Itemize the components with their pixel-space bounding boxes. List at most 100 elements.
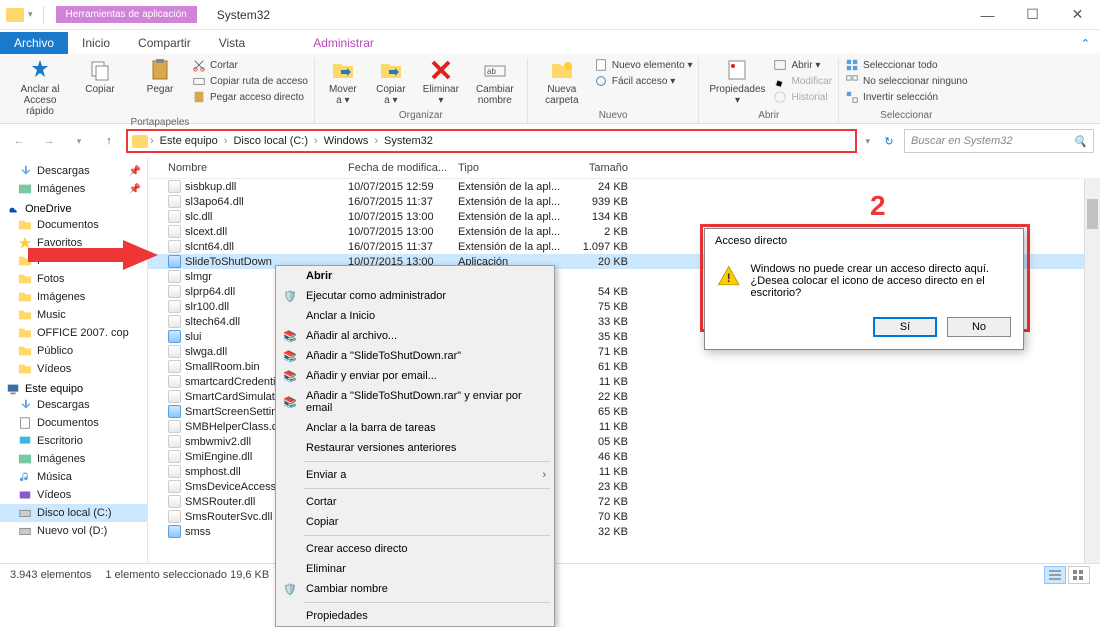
title-bar: ▾ Herramientas de aplicación System32 — … xyxy=(0,0,1100,30)
nueva-carpeta-button[interactable]: Nueva carpeta xyxy=(534,58,590,106)
dialog-no-button[interactable]: No xyxy=(947,317,1011,337)
ctx-admin[interactable]: 🛡️Ejecutar como administrador xyxy=(276,286,554,306)
window-title: System32 xyxy=(197,8,965,22)
column-headers[interactable]: Nombre Fecha de modifica... Tipo Tamaño xyxy=(148,158,1100,179)
facil-acceso-button[interactable]: Fácil acceso ▾ xyxy=(594,74,693,88)
abrir-button[interactable]: Abrir ▾ xyxy=(773,58,832,72)
group-organizar-label: Organizar xyxy=(399,110,443,123)
file-row[interactable]: slc.dll10/07/2015 13:00Extensión de la a… xyxy=(148,209,1100,224)
ctx-anadir-rar[interactable]: 📚Añadir a "SlideToShutDown.rar" xyxy=(276,346,554,366)
file-icon xyxy=(168,180,181,193)
anclar-button[interactable]: Anclar al Acceso rápido xyxy=(12,58,68,117)
copiar-a-button[interactable]: Copiar a ▾ xyxy=(369,58,413,106)
file-row[interactable]: sisbkup.dll10/07/2015 12:59Extensión de … xyxy=(148,179,1100,194)
historial-button[interactable]: Historial xyxy=(773,90,832,104)
sidebar-item-videos[interactable]: Vídeos xyxy=(0,360,147,378)
back-button[interactable]: ← xyxy=(6,128,32,154)
group-seleccionar-label: Seleccionar xyxy=(880,110,932,123)
view-icons-button[interactable] xyxy=(1068,566,1090,584)
ctx-cambiar-nombre[interactable]: 🛡️Cambiar nombre xyxy=(276,579,554,599)
ctx-eliminar[interactable]: Eliminar xyxy=(276,559,554,579)
copiar-button[interactable]: Copiar xyxy=(72,58,128,95)
pegar-button[interactable]: Pegar xyxy=(132,58,188,95)
rar-icon: 📚 xyxy=(282,328,298,344)
ctx-anclar-inicio[interactable]: Anclar a Inicio xyxy=(276,306,554,326)
scrollbar[interactable] xyxy=(1084,179,1100,563)
file-icon xyxy=(168,465,181,478)
ctx-restaurar[interactable]: Restaurar versiones anteriores xyxy=(276,438,554,458)
ctx-enviar-email[interactable]: 📚Añadir y enviar por email... xyxy=(276,366,554,386)
sidebar-item-fotos[interactable]: Fotos xyxy=(0,270,147,288)
view-details-button[interactable] xyxy=(1044,566,1066,584)
forward-button[interactable]: → xyxy=(36,128,62,154)
sidebar-item-musica[interactable]: Música xyxy=(0,468,147,486)
sidebar-item-disco-c[interactable]: Disco local (C:) xyxy=(0,504,147,522)
pegar-acceso-button[interactable]: Pegar acceso directo xyxy=(192,90,308,104)
no-seleccionar-button[interactable]: No seleccionar ninguno xyxy=(845,74,968,88)
maximize-button[interactable]: ☐ xyxy=(1010,0,1055,30)
sidebar-item-imagenes3[interactable]: Imágenes xyxy=(0,450,147,468)
file-icon xyxy=(168,525,181,538)
sidebar-item-imagenes[interactable]: Imágenes📌 xyxy=(0,180,147,198)
tab-inicio[interactable]: Inicio xyxy=(68,32,124,54)
file-icon xyxy=(168,240,181,253)
ctx-anclar-tareas[interactable]: Anclar a la barra de tareas xyxy=(276,418,554,438)
sidebar-item-office[interactable]: OFFICE 2007. cop xyxy=(0,324,147,342)
search-input[interactable]: Buscar en System32 🔍 xyxy=(904,129,1094,153)
ctx-abrir[interactable]: Abrir xyxy=(276,266,554,286)
sidebar-item-onedrive[interactable]: OneDrive xyxy=(0,202,147,216)
sidebar-item-descargas2[interactable]: Descargas xyxy=(0,396,147,414)
recent-dropdown-icon[interactable]: ▾ xyxy=(66,128,92,154)
col-name[interactable]: Nombre xyxy=(148,162,348,174)
sidebar-item-imagenes2[interactable]: Imágenes xyxy=(0,288,147,306)
tab-archivo[interactable]: Archivo xyxy=(0,32,68,54)
tab-vista[interactable]: Vista xyxy=(205,32,259,54)
file-icon xyxy=(168,390,181,403)
sidebar-item-escritorio[interactable]: Escritorio xyxy=(0,432,147,450)
qat-dropdown-icon[interactable]: ▾ xyxy=(28,9,33,20)
ctx-cortar[interactable]: Cortar xyxy=(276,492,554,512)
sidebar-item-videos2[interactable]: Vídeos xyxy=(0,486,147,504)
breadcrumb-dropdown-icon[interactable]: ▾ xyxy=(861,136,874,147)
nuevo-elemento-button[interactable]: Nuevo elemento ▾ xyxy=(594,58,693,72)
breadcrumb[interactable]: › Este equipo› Disco local (C:)› Windows… xyxy=(126,129,857,153)
sidebar-item-documentos[interactable]: Documentos xyxy=(0,216,147,234)
file-icon xyxy=(168,270,181,283)
tab-compartir[interactable]: Compartir xyxy=(124,32,205,54)
col-size[interactable]: Tamaño xyxy=(568,162,638,174)
cambiar-nombre-button[interactable]: abCambiar nombre xyxy=(469,58,521,106)
file-icon xyxy=(168,480,181,493)
ctx-enviar-a[interactable]: Enviar a xyxy=(276,465,554,485)
modificar-button[interactable]: Modificar xyxy=(773,74,832,88)
sidebar-item-documentos2[interactable]: Documentos xyxy=(0,414,147,432)
tab-administrar[interactable]: Administrar xyxy=(299,32,388,54)
ctx-acceso-directo[interactable]: Crear acceso directo xyxy=(276,539,554,559)
file-row[interactable]: sl3apo64.dll16/07/2015 11:37Extensión de… xyxy=(148,194,1100,209)
invertir-seleccion-button[interactable]: Invertir selección xyxy=(845,90,968,104)
ctx-rar-email[interactable]: 📚Añadir a "SlideToShutDown.rar" y enviar… xyxy=(276,386,554,418)
ctx-propiedades[interactable]: Propiedades xyxy=(276,606,554,626)
col-date[interactable]: Fecha de modifica... xyxy=(348,162,458,174)
ctx-copiar[interactable]: Copiar xyxy=(276,512,554,532)
close-button[interactable]: ✕ xyxy=(1055,0,1100,30)
mover-a-button[interactable]: Mover a ▾ xyxy=(321,58,365,106)
sidebar-item-descargas[interactable]: Descargas📌 xyxy=(0,162,147,180)
col-type[interactable]: Tipo xyxy=(458,162,568,174)
sidebar-item-music[interactable]: Music xyxy=(0,306,147,324)
dialog-yes-button[interactable]: Sí xyxy=(873,317,937,337)
sidebar-item-nuevo-vol[interactable]: Nuevo vol (D:) xyxy=(0,522,147,540)
up-button[interactable]: ↑ xyxy=(96,128,122,154)
annotation-number-2: 2 xyxy=(870,190,886,222)
seleccionar-todo-button[interactable]: Seleccionar todo xyxy=(845,58,968,72)
eliminar-button[interactable]: Eliminar ▾ xyxy=(417,58,465,106)
copiar-ruta-button[interactable]: Copiar ruta de acceso xyxy=(192,74,308,88)
shortcut-dialog: Acceso directo ! Windows no puede crear … xyxy=(704,228,1024,350)
refresh-button[interactable]: ↻ xyxy=(878,135,900,148)
cortar-button[interactable]: Cortar xyxy=(192,58,308,72)
minimize-button[interactable]: — xyxy=(965,0,1010,30)
propiedades-button[interactable]: Propiedades ▾ xyxy=(705,58,769,106)
ctx-anadir-archivo[interactable]: 📚Añadir al archivo... xyxy=(276,326,554,346)
sidebar-item-este-equipo[interactable]: Este equipo xyxy=(0,382,147,396)
sidebar-item-publico[interactable]: Público xyxy=(0,342,147,360)
ribbon-collapse-icon[interactable]: ⌃ xyxy=(1071,33,1100,54)
